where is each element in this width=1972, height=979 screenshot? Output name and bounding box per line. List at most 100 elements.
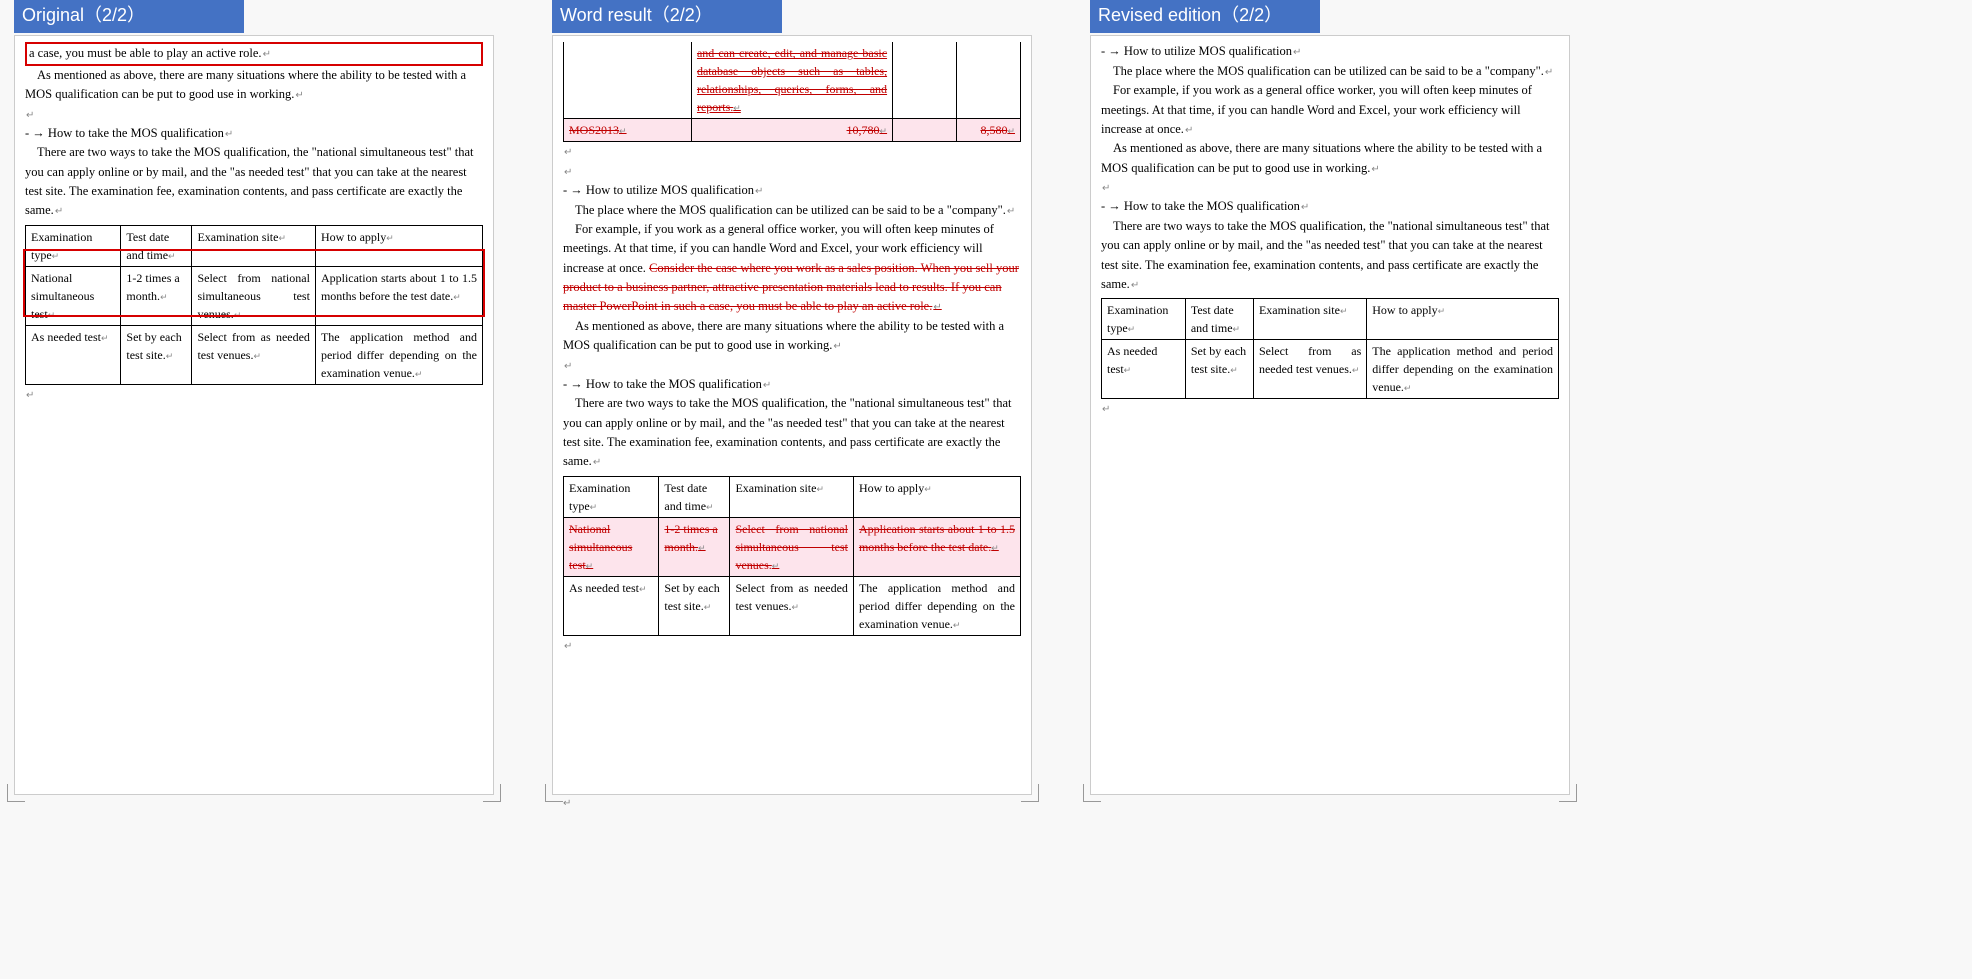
th-exam-type: Examination type <box>1102 299 1186 340</box>
cell: National simultaneous test <box>26 266 121 325</box>
body-text: As mentioned as above, there are many si… <box>563 317 1021 356</box>
table-row-needed: As needed test Set by each test site. Se… <box>1102 340 1559 399</box>
cell: Set by each test site. <box>659 576 730 635</box>
cell: 1-2 times a month. <box>121 266 192 325</box>
cell: 8,580 <box>957 119 1021 142</box>
body-text: For example, if you work as a general of… <box>1101 81 1559 139</box>
deleted-text: 1-2 times a month. <box>664 522 717 554</box>
deleted-text: MOS2013 <box>569 123 627 137</box>
blank-line <box>562 795 1072 810</box>
cell: Select from as needed test venues. <box>1253 340 1366 399</box>
cell: As needed test <box>1102 340 1186 399</box>
th-site: Examination site <box>192 225 315 266</box>
word-result-exam-table: Examination type Test date and time Exam… <box>563 476 1021 636</box>
deleted-text: 8,580 <box>980 123 1015 137</box>
blank-line <box>1101 399 1559 418</box>
cell: The application method and period differ… <box>315 325 482 384</box>
body-text: The place where the MOS qualification ca… <box>563 201 1021 220</box>
body-text: For example, if you work as a general of… <box>563 220 1021 317</box>
cell <box>893 42 957 119</box>
body-text: There are two ways to take the MOS quali… <box>25 143 483 221</box>
table-row-national-deleted: National simultaneous test 1-2 times a m… <box>564 517 1021 576</box>
cell <box>893 119 957 142</box>
blank-line <box>563 636 1021 655</box>
original-highlight-line: a case, you must be able to play an acti… <box>25 42 483 65</box>
heading-take: - → How to take the MOS qualification <box>25 124 483 143</box>
deleted-text: National simultaneous test <box>569 522 632 572</box>
cell: As needed test <box>564 576 659 635</box>
page-original: a case, you must be able to play an acti… <box>14 35 494 795</box>
page-word-result: and can create, edit, and manage basic d… <box>552 35 1032 795</box>
cell <box>957 42 1021 119</box>
th-site: Examination site <box>730 476 853 517</box>
cell: National simultaneous test <box>564 517 659 576</box>
blank-line <box>563 356 1021 375</box>
heading-take: - → How to take the MOS qualification <box>563 375 1021 394</box>
table-header-row: Examination type Test date and time Exam… <box>26 225 483 266</box>
table-row-needed: As needed test Set by each test site. Se… <box>26 325 483 384</box>
heading-utilize: - → How to utilize MOS qualification <box>1101 42 1559 61</box>
blank-line <box>1101 178 1559 197</box>
deleted-text: Application starts about 1 to 1.5 months… <box>859 522 1015 554</box>
cell: 10,780 <box>691 119 892 142</box>
cell: Set by each test site. <box>121 325 192 384</box>
cell: Application starts about 1 to 1.5 months… <box>853 517 1020 576</box>
cell: As needed test <box>26 325 121 384</box>
blank-line <box>563 142 1021 161</box>
cell: Set by each test site. <box>1185 340 1253 399</box>
cell: 1-2 times a month. <box>659 517 730 576</box>
column-word-result: Word result（2/2） and can create, edit, a… <box>552 0 1072 811</box>
blank-line <box>563 162 1021 181</box>
heading-utilize: - → How to utilize MOS qualification <box>563 181 1021 200</box>
cell-desc: and can create, edit, and manage basic d… <box>691 42 892 119</box>
th-date-time: Test date and time <box>121 225 192 266</box>
page-revised: - → How to utilize MOS qualification The… <box>1090 35 1570 795</box>
th-apply: How to apply <box>1367 299 1559 340</box>
cell: Select from national simultaneous test v… <box>192 266 315 325</box>
th-exam-type: Examination type <box>26 225 121 266</box>
body-text: There are two ways to take the MOS quali… <box>563 394 1021 472</box>
cell: MOS2013 <box>564 119 692 142</box>
cell: The application method and period differ… <box>1367 340 1559 399</box>
table-row-needed: As needed test Set by each test site. Se… <box>564 576 1021 635</box>
crop-mark-icon <box>1559 784 1577 802</box>
revised-exam-table: Examination type Test date and time Exam… <box>1101 298 1559 399</box>
tab-word-result: Word result（2/2） <box>552 0 782 33</box>
three-column-layout: Original（2/2） a case, you must be able t… <box>0 0 1972 811</box>
table-header-row: Examination type Test date and time Exam… <box>564 476 1021 517</box>
deleted-text: Select from national simultaneous test v… <box>735 522 847 572</box>
crop-mark-icon <box>7 784 25 802</box>
tab-original: Original（2/2） <box>14 0 244 33</box>
crop-mark-icon <box>1021 784 1039 802</box>
deleted-text: 10,780 <box>847 123 888 137</box>
column-original: Original（2/2） a case, you must be able t… <box>14 0 534 811</box>
table-row-national: National simultaneous test 1-2 times a m… <box>26 266 483 325</box>
cell: Select from national simultaneous test v… <box>730 517 853 576</box>
deleted-text: and can create, edit, and manage basic d… <box>697 46 887 114</box>
cell: The application method and period differ… <box>853 576 1020 635</box>
table-wrapper: Examination type Test date and time Exam… <box>25 225 483 385</box>
th-date-time: Test date and time <box>1185 299 1253 340</box>
crop-mark-icon <box>545 784 563 802</box>
cell: Select from as needed test venues. <box>192 325 315 384</box>
cell <box>564 42 692 119</box>
cell: Application starts about 1 to 1.5 months… <box>315 266 482 325</box>
crop-mark-icon <box>483 784 501 802</box>
body-text: As mentioned as above, there are many si… <box>1101 139 1559 178</box>
table-row: and can create, edit, and manage basic d… <box>564 42 1021 119</box>
original-exam-table: Examination type Test date and time Exam… <box>25 225 483 385</box>
th-apply: How to apply <box>853 476 1020 517</box>
th-apply: How to apply <box>315 225 482 266</box>
word-result-top-table: and can create, edit, and manage basic d… <box>563 42 1021 142</box>
blank-line <box>25 385 483 404</box>
blank-line <box>25 105 483 124</box>
table-row-deleted: MOS2013 10,780 8,580 <box>564 119 1021 142</box>
heading-take: - → How to take the MOS qualification <box>1101 197 1559 216</box>
body-text: There are two ways to take the MOS quali… <box>1101 217 1559 295</box>
th-site: Examination site <box>1253 299 1366 340</box>
cell: Select from as needed test venues. <box>730 576 853 635</box>
th-exam-type: Examination type <box>564 476 659 517</box>
body-text: As mentioned as above, there are many si… <box>25 66 483 105</box>
crop-mark-icon <box>1083 784 1101 802</box>
table-header-row: Examination type Test date and time Exam… <box>1102 299 1559 340</box>
